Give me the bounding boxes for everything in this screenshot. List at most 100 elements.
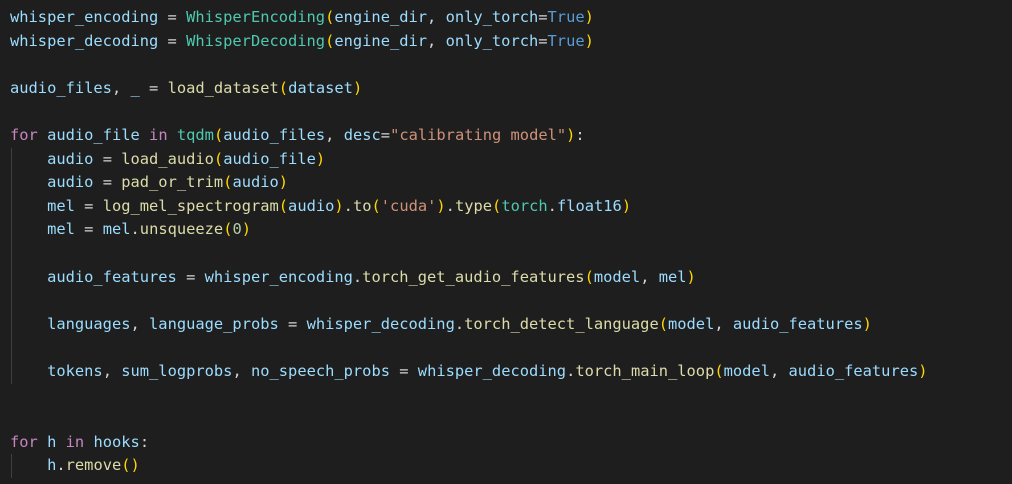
code-token: sum_logprobs: [121, 361, 233, 380]
code-token: audio_files: [10, 78, 112, 97]
code-token: engine_dir: [334, 8, 428, 26]
code-token: ): [241, 220, 252, 239]
code-token: =: [93, 149, 122, 168]
code-token: for: [10, 125, 38, 144]
code-token: =: [93, 173, 122, 192]
code-line[interactable]: audio = pad_or_trim(audio): [0, 171, 1012, 195]
code-line[interactable]: [0, 53, 1012, 77]
code-token: =: [538, 8, 548, 26]
code-token: languages: [47, 314, 131, 333]
indent-guide: [11, 454, 12, 478]
code-token: only_torch: [445, 8, 539, 26]
indent-guide: [11, 336, 12, 360]
code-line[interactable]: [0, 384, 1012, 408]
code-editor[interactable]: whisper_encoding = WhisperEncoding(engin…: [0, 0, 1012, 484]
code-token: =: [139, 78, 168, 97]
code-token: audio_features: [47, 267, 177, 286]
code-token: ,: [130, 314, 150, 333]
code-token: (: [213, 125, 224, 144]
code-token: .: [547, 196, 557, 215]
code-line[interactable]: h.remove(): [0, 454, 1012, 478]
code-token: .: [566, 361, 576, 380]
code-line[interactable]: [0, 336, 1012, 360]
code-token: audio_features: [788, 361, 919, 380]
code-token: .: [130, 220, 140, 239]
code-token: ): [584, 31, 594, 50]
code-token: unsqueeze: [139, 220, 224, 239]
code-token: audio_file: [223, 149, 316, 168]
code-token: audio_features: [732, 314, 863, 333]
code-token: remove: [65, 456, 122, 475]
code-token: whisper_decoding: [417, 361, 567, 380]
indent-guide: [11, 241, 12, 266]
code-token: ,: [325, 125, 344, 144]
code-token: mel: [658, 267, 687, 286]
code-token: ,: [427, 8, 446, 26]
code-token: :: [139, 432, 150, 451]
code-token: True: [547, 31, 585, 50]
code-token: .: [454, 314, 465, 333]
code-token: audio: [288, 196, 335, 215]
code-line[interactable]: languages, language_probs = whisper_deco…: [0, 312, 1012, 337]
code-token: audio: [232, 173, 279, 192]
code-token: =: [74, 196, 103, 215]
code-token: (: [492, 196, 502, 215]
code-line[interactable]: audio = load_audio(audio_file): [0, 147, 1012, 172]
indent-guide: [11, 312, 12, 337]
code-line[interactable]: tokens, sum_logprobs, no_speech_probs = …: [0, 359, 1012, 384]
code-line[interactable]: [0, 100, 1012, 124]
code-token: mel: [47, 196, 75, 215]
code-line[interactable]: audio_files, _ = load_dataset(dataset): [0, 77, 1012, 101]
code-token: (: [213, 149, 224, 168]
code-token: (: [325, 8, 335, 26]
code-line[interactable]: for audio_file in tqdm(audio_files, desc…: [0, 124, 1012, 148]
code-token: =: [74, 220, 103, 239]
code-token: audio_file: [47, 125, 140, 144]
code-token: whisper_encoding: [204, 267, 353, 286]
code-token: model: [723, 361, 770, 380]
code-line[interactable]: [0, 241, 1012, 266]
code-token: model: [593, 267, 641, 286]
code-token: audio_files: [223, 125, 326, 144]
code-token: ,: [111, 78, 131, 97]
code-token: ,: [714, 314, 733, 333]
code-token: load_dataset: [167, 78, 279, 97]
code-line[interactable]: for h in hooks:: [0, 431, 1012, 455]
code-token: .: [56, 456, 66, 475]
code-line[interactable]: audio_features = whisper_encoding.torch_…: [0, 265, 1012, 290]
code-line[interactable]: whisper_decoding = WhisperDecoding(engin…: [0, 30, 1012, 54]
code-token: .: [352, 267, 363, 286]
code-token: in: [149, 125, 168, 144]
code-line[interactable]: mel = log_mel_spectrogram(audio).to('cud…: [0, 194, 1012, 219]
code-token: (: [584, 267, 594, 286]
code-token: (: [278, 196, 289, 215]
code-token: =: [176, 267, 205, 286]
code-token: ,: [769, 361, 789, 380]
code-token: audio: [47, 173, 94, 192]
code-token: ,: [232, 361, 251, 380]
code-token: tokens: [47, 361, 103, 380]
code-line[interactable]: [0, 289, 1012, 313]
code-token: =: [278, 314, 307, 333]
code-token: .: [445, 196, 455, 215]
code-token: for: [10, 432, 38, 451]
indent-guide: [11, 359, 12, 384]
code-token: h: [47, 456, 57, 475]
code-line[interactable]: mel = mel.unsqueeze(0): [0, 218, 1012, 242]
code-line[interactable]: [0, 407, 1012, 431]
code-token: ): [315, 149, 326, 168]
code-token: whisper_decoding: [10, 31, 159, 50]
code-line[interactable]: whisper_encoding = WhisperEncoding(engin…: [0, 6, 1012, 30]
code-token: =: [380, 125, 391, 144]
code-token: engine_dir: [334, 31, 428, 50]
code-token: whisper_decoding: [306, 314, 455, 333]
code-token: language_probs: [149, 314, 279, 333]
